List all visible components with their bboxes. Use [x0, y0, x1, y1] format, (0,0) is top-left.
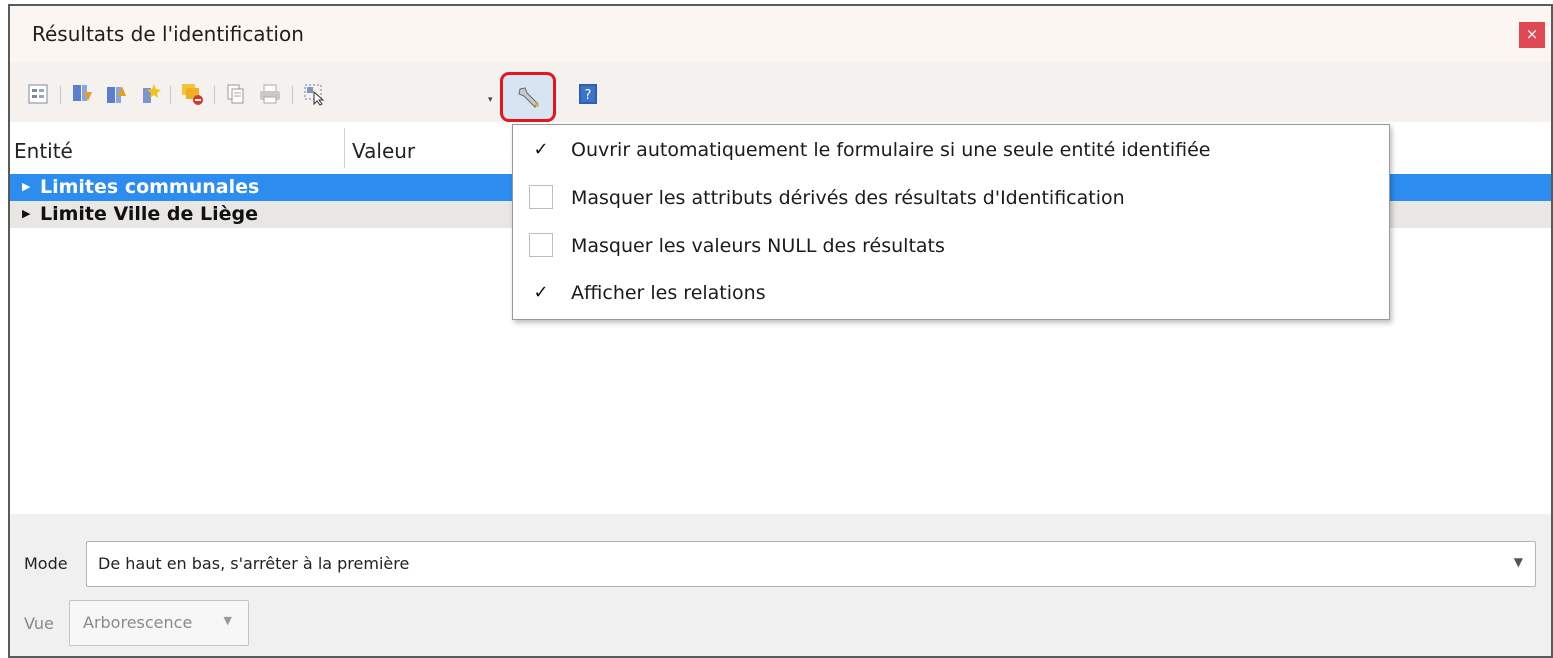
- chevron-down-icon[interactable]: ▼: [1514, 555, 1523, 569]
- clear-results-icon[interactable]: [180, 82, 204, 106]
- checkbox[interactable]: [529, 185, 553, 209]
- expand-tree-icon[interactable]: [26, 82, 50, 106]
- identify-select-icon[interactable]: [302, 82, 326, 106]
- menu-item-hide-derived-attributes[interactable]: Masquer les attributs dérivés des résult…: [513, 175, 1389, 221]
- view-select[interactable]: Arborescence ▼: [69, 600, 249, 646]
- chevron-down-icon[interactable]: ▾: [488, 95, 493, 105]
- select-features-icon[interactable]: [138, 82, 162, 106]
- menu-item-label: Masquer les valeurs NULL des résultats: [571, 235, 945, 257]
- expand-arrow-icon[interactable]: ▶: [22, 207, 30, 220]
- toolbar-separator: [60, 86, 61, 104]
- collapse-icon[interactable]: [104, 82, 128, 106]
- mode-label: Mode: [24, 554, 68, 573]
- window-title: Résultats de l'identification: [32, 22, 304, 46]
- toolbar-separator: [170, 86, 171, 104]
- menu-item-label: Ouvrir automatiquement le formulaire si …: [571, 139, 1211, 161]
- checkbox[interactable]: ✓: [529, 280, 553, 304]
- toolbar-separator: [214, 86, 215, 104]
- settings-menu: ✓ Ouvrir automatiquement le formulaire s…: [512, 124, 1390, 320]
- column-divider[interactable]: [344, 128, 345, 168]
- chevron-down-icon[interactable]: ▼: [224, 614, 232, 627]
- print-icon[interactable]: [258, 82, 282, 106]
- toolbar-separator: [292, 86, 293, 104]
- checkbox[interactable]: [529, 233, 553, 257]
- checkbox[interactable]: ✓: [529, 137, 553, 161]
- identify-results-window: Résultats de l'identification × ▾ ? Enti…: [8, 4, 1553, 658]
- column-value[interactable]: Valeur: [352, 139, 415, 163]
- copy-icon[interactable]: [224, 82, 248, 106]
- mode-value: De haut en bas, s'arrêter à la première: [98, 554, 410, 573]
- column-entity[interactable]: Entité: [14, 139, 73, 163]
- view-label: Vue: [24, 614, 54, 633]
- menu-item-auto-open-form[interactable]: ✓ Ouvrir automatiquement le formulaire s…: [513, 127, 1389, 173]
- expand-arrow-icon[interactable]: ▶: [22, 180, 30, 193]
- menu-item-label: Afficher les relations: [571, 282, 766, 304]
- expand-new-results-icon[interactable]: [70, 82, 94, 106]
- menu-item-show-relations[interactable]: ✓ Afficher les relations: [513, 270, 1389, 316]
- title-bar: Résultats de l'identification ×: [10, 6, 1551, 62]
- menu-item-hide-null-values[interactable]: Masquer les valeurs NULL des résultats: [513, 223, 1389, 269]
- bottom-panel: Mode De haut en bas, s'arrêter à la prem…: [10, 514, 1551, 656]
- view-value: Arborescence: [83, 613, 193, 632]
- svg-text:?: ?: [585, 88, 592, 103]
- wrench-icon: [516, 85, 542, 115]
- tree-row-label: Limite Ville de Liège: [40, 203, 259, 225]
- tree-row-label: Limites communales: [40, 176, 260, 198]
- settings-button[interactable]: [500, 72, 556, 122]
- toolbar: ▾ ?: [10, 62, 1551, 122]
- help-icon[interactable]: ?: [576, 82, 600, 106]
- close-button[interactable]: ×: [1519, 22, 1545, 48]
- menu-item-label: Masquer les attributs dérivés des résult…: [571, 187, 1125, 209]
- mode-select[interactable]: De haut en bas, s'arrêter à la première …: [86, 541, 1536, 587]
